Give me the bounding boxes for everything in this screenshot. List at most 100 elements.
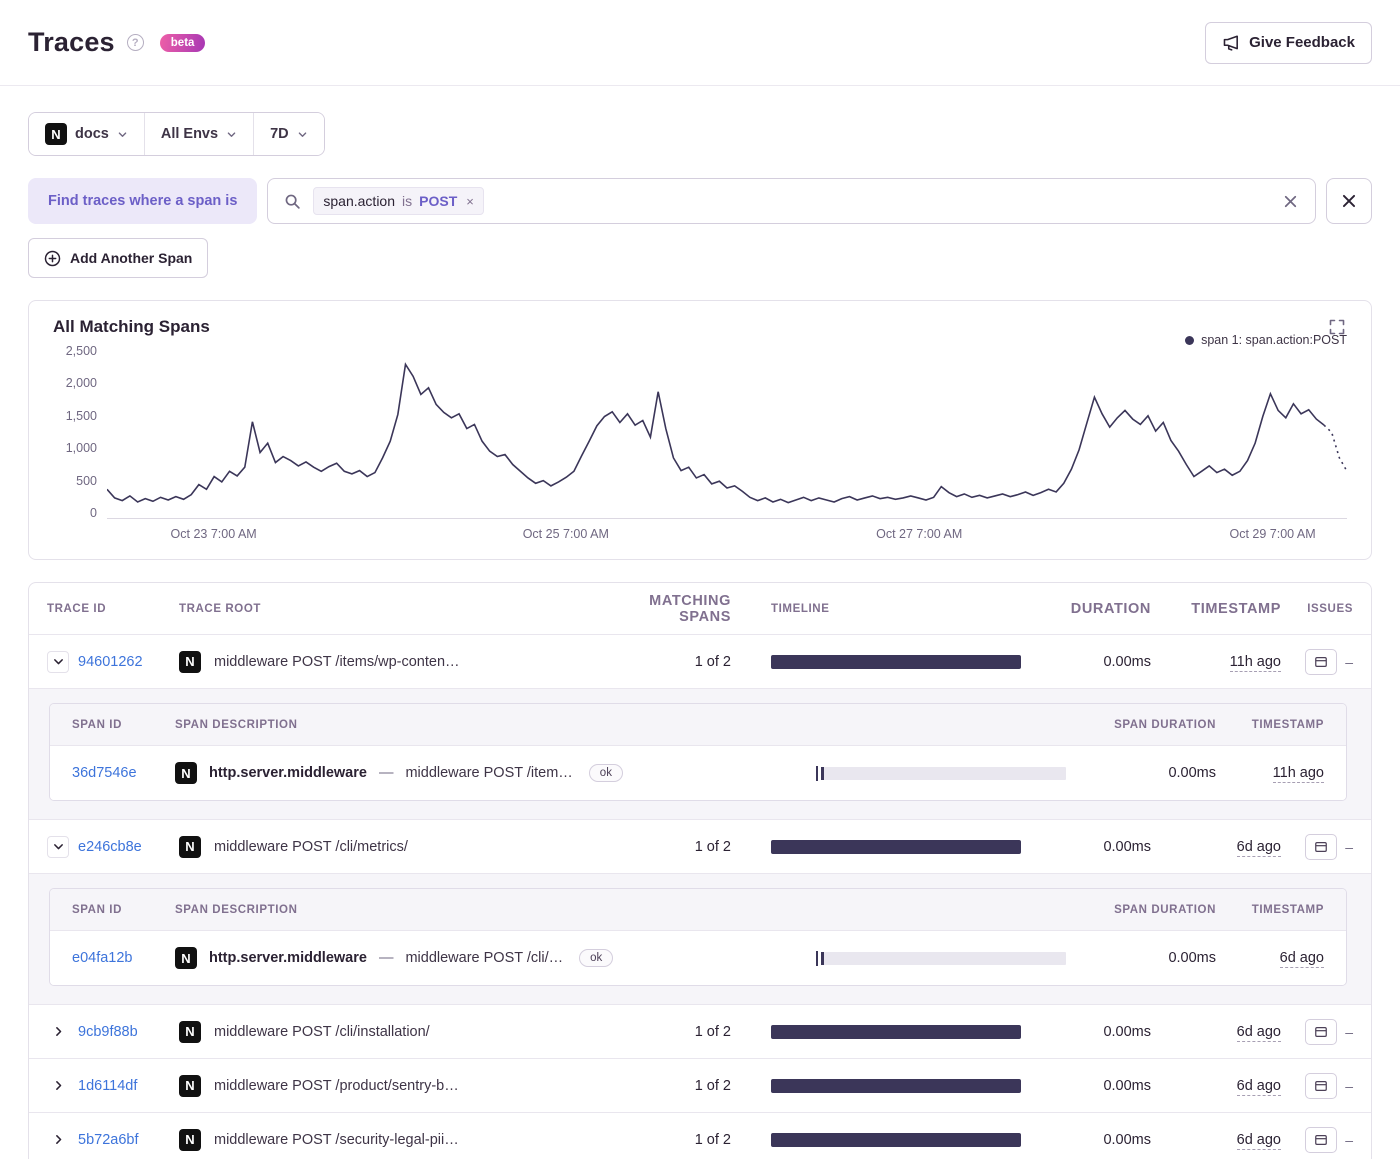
timeline-bar[interactable]	[771, 839, 1021, 854]
chevron-down-icon	[227, 131, 236, 137]
trace-id-link[interactable]: 1d6114df	[78, 1078, 137, 1094]
find-traces-pill[interactable]: Find traces where a span is	[28, 178, 258, 224]
table-row[interactable]: 94601262 N middleware POST /items/wp-con…	[29, 635, 1371, 689]
expanded-trace-area: SPAN ID SPAN DESCRIPTION SPAN DURATION T…	[29, 689, 1371, 820]
chevron-down-icon[interactable]	[47, 835, 69, 858]
project-selector[interactable]: N docs	[29, 113, 144, 155]
project-icon: N	[179, 1020, 201, 1043]
issues-empty-value: –	[1345, 653, 1353, 670]
col-timestamp: TIMESTAMP	[1191, 600, 1281, 617]
matching-spans-count: 1 of 2	[694, 1131, 731, 1148]
table-row[interactable]: 1d6114df N middleware POST /product/sent…	[29, 1059, 1371, 1113]
y-axis-tick: 2,000	[65, 376, 97, 391]
issues-empty-value: –	[1345, 1077, 1353, 1094]
trace-root-label: middleware POST /cli/metrics/	[214, 838, 408, 855]
span-search-input[interactable]: span.action is POST ×	[267, 178, 1316, 224]
duration-value: 0.00ms	[1103, 838, 1151, 855]
page-title: Traces	[28, 27, 115, 57]
issues-icon[interactable]	[1305, 1126, 1338, 1153]
timeline-bar[interactable]	[771, 654, 1021, 669]
table-row[interactable]: 9cb9f88b N middleware POST /cli/installa…	[29, 1005, 1371, 1059]
chart-title: All Matching Spans	[53, 317, 210, 336]
issues-icon[interactable]	[1305, 1018, 1338, 1045]
span-op-label: http.server.middleware	[209, 950, 367, 966]
spans-subtable: SPAN ID SPAN DESCRIPTION SPAN DURATION T…	[49, 703, 1347, 801]
help-icon[interactable]: ?	[126, 34, 144, 51]
trace-root-label: middleware POST /product/sentry-b…	[214, 1077, 459, 1094]
add-another-span-label: Add Another Span	[70, 250, 193, 266]
span-row[interactable]: 36d7546e N http.server.middleware — midd…	[50, 746, 1346, 800]
trace-id-link[interactable]: 94601262	[78, 654, 143, 670]
table-row[interactable]: e246cb8e N middleware POST /cli/metrics/…	[29, 820, 1371, 874]
project-icon: N	[179, 1074, 201, 1097]
y-axis-tick: 0	[90, 505, 97, 520]
token-remove-icon[interactable]: ×	[464, 194, 474, 209]
span-description-label: middleware POST /cli/…	[405, 950, 564, 966]
duration-value: 0.00ms	[1103, 1023, 1151, 1040]
span-timestamp-value: 11h ago	[1272, 765, 1324, 783]
duration-value: 0.00ms	[1103, 1077, 1151, 1094]
col-span-duration: SPAN DURATION	[1114, 903, 1216, 916]
col-timeline: TIMELINE	[771, 602, 830, 615]
x-axis-tick-label: Oct 29 7:00 AM	[1229, 527, 1316, 541]
beta-badge: beta	[159, 33, 206, 52]
environment-selector[interactable]: All Envs	[143, 113, 254, 155]
trace-root-label: middleware POST /items/wp-conten…	[214, 653, 460, 670]
search-filter-token[interactable]: span.action is POST ×	[313, 187, 484, 215]
chevron-right-icon[interactable]	[47, 1021, 69, 1043]
give-feedback-button[interactable]: Give Feedback	[1205, 21, 1372, 64]
search-clear-icon[interactable]	[1282, 193, 1299, 210]
trace-root-label: middleware POST /security-legal-pii…	[214, 1131, 459, 1148]
span-duration-value: 0.00ms	[1168, 765, 1216, 781]
issues-icon[interactable]	[1305, 648, 1338, 675]
y-axis-labels: 2,500 2,000 1,500 1,000 500 0	[53, 344, 107, 520]
chevron-right-icon[interactable]	[47, 1129, 69, 1151]
timestamp-value: 11h ago	[1229, 653, 1281, 672]
date-range-selector[interactable]: 7D	[253, 113, 324, 155]
x-axis-labels: Oct 23 7:00 AM Oct 25 7:00 AM Oct 27 7:00 …	[107, 519, 1347, 549]
timeline-bar[interactable]	[771, 1078, 1021, 1093]
col-duration: DURATION	[1070, 600, 1151, 617]
issues-icon[interactable]	[1305, 833, 1338, 860]
timeline-bar[interactable]	[771, 1024, 1021, 1039]
timestamp-value: 6d ago	[1236, 1131, 1281, 1150]
span-id-link[interactable]: e04fa12b	[72, 950, 132, 966]
table-row[interactable]: 5b72a6bf N middleware POST /security-leg…	[29, 1113, 1371, 1159]
span-id-link[interactable]: 36d7546e	[72, 765, 137, 781]
issues-empty-value: –	[1345, 1131, 1353, 1148]
issues-icon[interactable]	[1305, 1072, 1338, 1099]
span-status-badge: ok	[588, 764, 623, 782]
timestamp-value: 6d ago	[1236, 838, 1281, 857]
span-row[interactable]: e04fa12b N http.server.middleware — midd…	[50, 931, 1346, 985]
y-axis-tick: 1,500	[65, 408, 97, 423]
chevron-down-icon	[298, 131, 306, 137]
project-selector-label: docs	[75, 126, 109, 142]
trace-id-link[interactable]: 5b72a6bf	[78, 1132, 138, 1148]
col-span-duration: SPAN DURATION	[1114, 718, 1216, 731]
search-icon	[284, 193, 301, 210]
y-axis-tick: 500	[76, 473, 97, 488]
chart-legend[interactable]: span 1: span.action:POST	[53, 333, 1347, 347]
project-icon: N	[179, 650, 201, 673]
chevron-right-icon[interactable]	[47, 1075, 69, 1097]
trace-id-link[interactable]: e246cb8e	[78, 839, 142, 855]
date-range-label: 7D	[270, 126, 289, 142]
trace-id-link[interactable]: 9cb9f88b	[78, 1024, 138, 1040]
span-timeline[interactable]	[816, 950, 1086, 966]
span-duration-value: 0.00ms	[1168, 950, 1216, 966]
token-operator: is	[402, 193, 413, 209]
span-timeline[interactable]	[816, 765, 1086, 781]
timeline-bar[interactable]	[771, 1132, 1021, 1147]
spans-subtable: SPAN ID SPAN DESCRIPTION SPAN DURATION T…	[49, 888, 1347, 986]
add-another-span-button[interactable]: Add Another Span	[28, 238, 209, 278]
matching-spans-count: 1 of 2	[694, 1023, 731, 1040]
col-span-timestamp: TIMESTAMP	[1251, 903, 1324, 916]
project-icon: N	[175, 947, 197, 969]
project-icon: N	[179, 835, 201, 858]
remove-search-row-button[interactable]	[1326, 178, 1372, 224]
issues-empty-value: –	[1345, 838, 1353, 855]
matching-spans-count: 1 of 2	[694, 838, 731, 855]
chevron-down-icon	[118, 131, 127, 137]
trace-root-label: middleware POST /cli/installation/	[214, 1023, 430, 1040]
chevron-down-icon[interactable]	[47, 650, 69, 673]
